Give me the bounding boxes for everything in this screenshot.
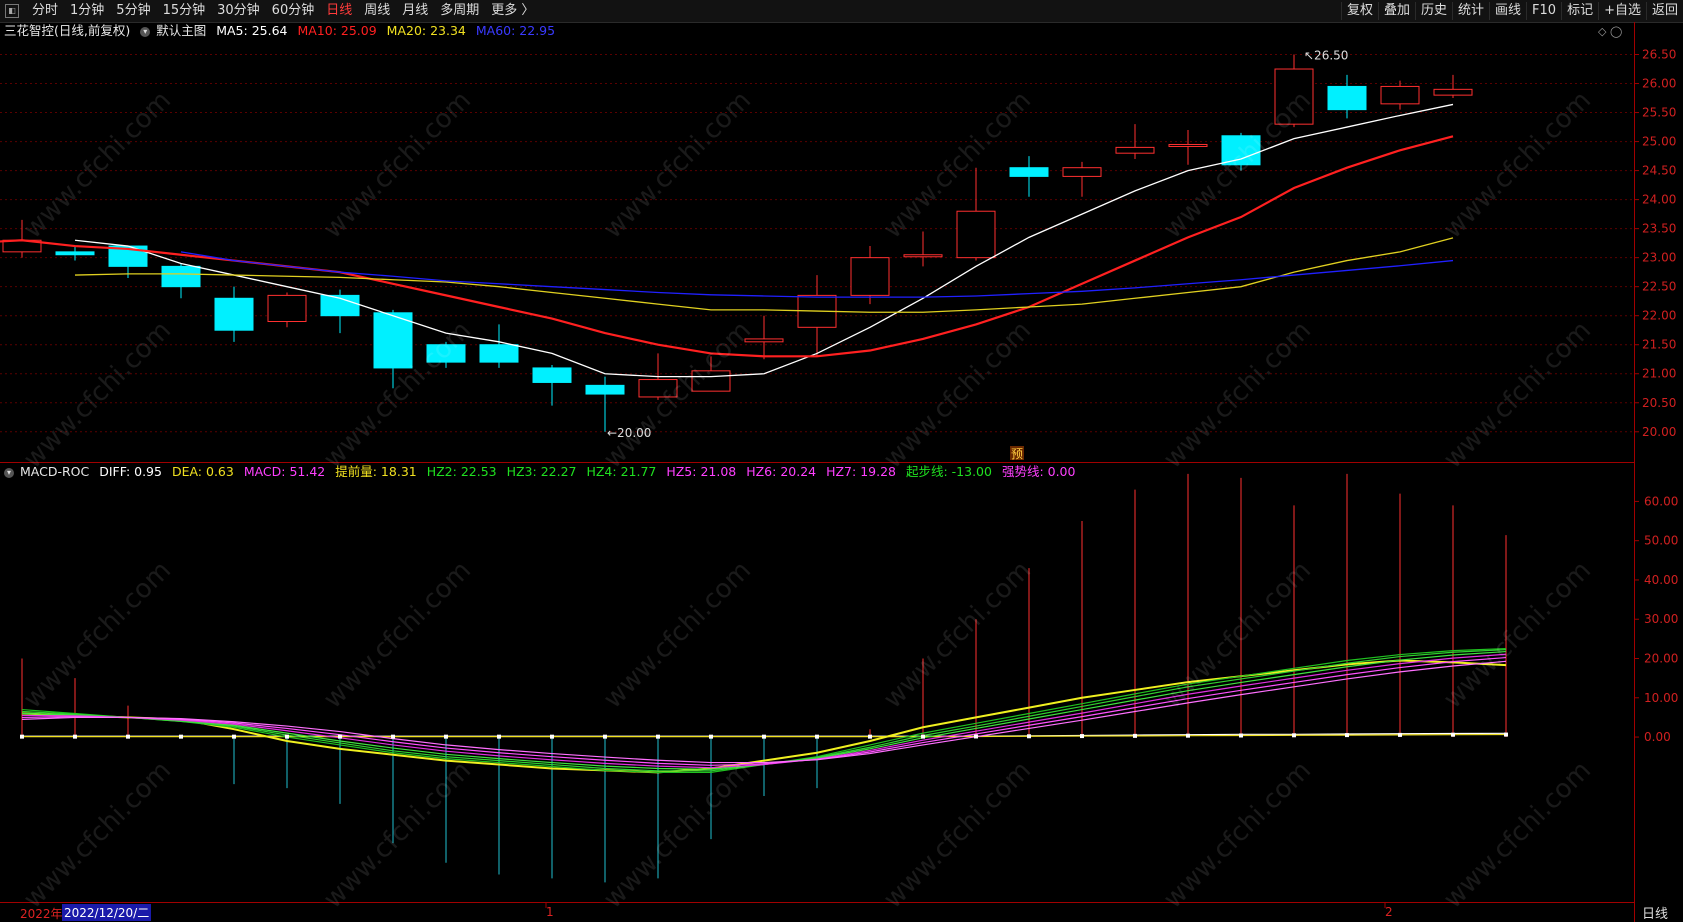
- candle-body: [1168, 143, 1208, 147]
- y-tick-label-ind: 20.00: [1644, 652, 1678, 666]
- dea-dot: [391, 734, 395, 739]
- y-tick-label-main: 25.00: [1642, 135, 1676, 149]
- date-axis: 2022年 2022/12/20/二 1 2 日线: [0, 903, 1683, 922]
- dea-dot: [497, 734, 501, 739]
- y-tick-label-ind: 0.00: [1644, 730, 1671, 744]
- dea-dot: [709, 734, 713, 739]
- dea-dot: [20, 734, 24, 739]
- candle-body: [267, 294, 307, 323]
- candle-body: [373, 312, 413, 369]
- month-label-1: 1: [546, 905, 554, 919]
- y-tick-label-main: 22.50: [1642, 280, 1676, 294]
- y-tick-label-main: 24.50: [1642, 164, 1676, 178]
- dea-dot: [179, 734, 183, 739]
- y-tick-label-main: 26.50: [1642, 48, 1676, 62]
- dea-dot: [921, 734, 925, 739]
- dea-dot: [232, 734, 236, 739]
- dea-dot: [762, 734, 766, 739]
- dea-dot: [285, 734, 289, 739]
- candle-body: [532, 367, 572, 383]
- y-tick-label-main: 20.00: [1642, 425, 1676, 439]
- candle-body: [1062, 167, 1102, 177]
- dea-dot: [126, 734, 130, 739]
- candle-body: [161, 265, 201, 288]
- dea-dot: [656, 734, 660, 739]
- candle-body: [1009, 167, 1049, 177]
- dea-dot: [974, 734, 978, 739]
- candle-body: [850, 257, 890, 296]
- dea-dot: [815, 734, 819, 739]
- dea-dot: [1186, 733, 1190, 738]
- candle-body: [585, 384, 625, 395]
- forecast-marker: 预: [1011, 447, 1023, 461]
- dea-dot: [1239, 733, 1243, 738]
- y-tick-label-ind: 50.00: [1644, 534, 1678, 548]
- y-tick-label-main: 21.00: [1642, 367, 1676, 381]
- dea-dot: [603, 734, 607, 739]
- y-tick-label-main: 26.00: [1642, 77, 1676, 91]
- dea-dot: [444, 734, 448, 739]
- month-label-2: 2: [1385, 905, 1393, 919]
- cursor-date: 2022/12/20/二: [62, 904, 152, 921]
- y-tick-label-main: 25.50: [1642, 106, 1676, 120]
- candle-body: [479, 344, 519, 363]
- candle-body: [1327, 85, 1367, 111]
- y-tick-label-main: 20.50: [1642, 396, 1676, 410]
- high-annotation: ↖26.50: [1304, 49, 1348, 63]
- axis-divider: [1634, 22, 1635, 922]
- year-label: 2022年: [20, 907, 63, 921]
- dea-dot: [1027, 734, 1031, 739]
- dea-dot: [1451, 732, 1455, 737]
- candle-body: [956, 210, 996, 259]
- y-tick-label-ind: 40.00: [1644, 573, 1678, 587]
- y-tick-label-main: 23.00: [1642, 251, 1676, 265]
- y-tick-label-ind: 60.00: [1644, 494, 1678, 508]
- dea-dot: [1345, 733, 1349, 738]
- candle-body: [214, 297, 254, 331]
- y-tick-label-main: 23.50: [1642, 222, 1676, 236]
- candle-body: [1380, 85, 1420, 105]
- y-tick-label-ind: 30.00: [1644, 612, 1678, 626]
- candle-body: [1433, 88, 1473, 96]
- dea-dot: [550, 734, 554, 739]
- y-tick-label-main: 21.50: [1642, 338, 1676, 352]
- dea-dot: [73, 734, 77, 739]
- y-tick-label-ind: 10.00: [1644, 691, 1678, 705]
- candle-body: [1115, 146, 1155, 154]
- dea-dot: [1504, 732, 1508, 737]
- dea-dot: [1080, 734, 1084, 739]
- period-label[interactable]: 日线: [1642, 903, 1668, 922]
- candle-body: [55, 251, 95, 256]
- chart-canvas[interactable]: 26.50 26.00 25.50 25.00 24.50 24.00 23.50 23.00…: [0, 0, 1683, 922]
- dea-dot: [1398, 732, 1402, 737]
- candle-body: [903, 254, 943, 258]
- dea-dot: [868, 734, 872, 739]
- y-tick-label-main: 24.00: [1642, 193, 1676, 207]
- dea-dot: [1133, 733, 1137, 738]
- pane-divider[interactable]: [0, 462, 1635, 463]
- dea-dot: [1292, 733, 1296, 738]
- dea-dot: [338, 734, 342, 739]
- y-tick-label-main: 22.00: [1642, 309, 1676, 323]
